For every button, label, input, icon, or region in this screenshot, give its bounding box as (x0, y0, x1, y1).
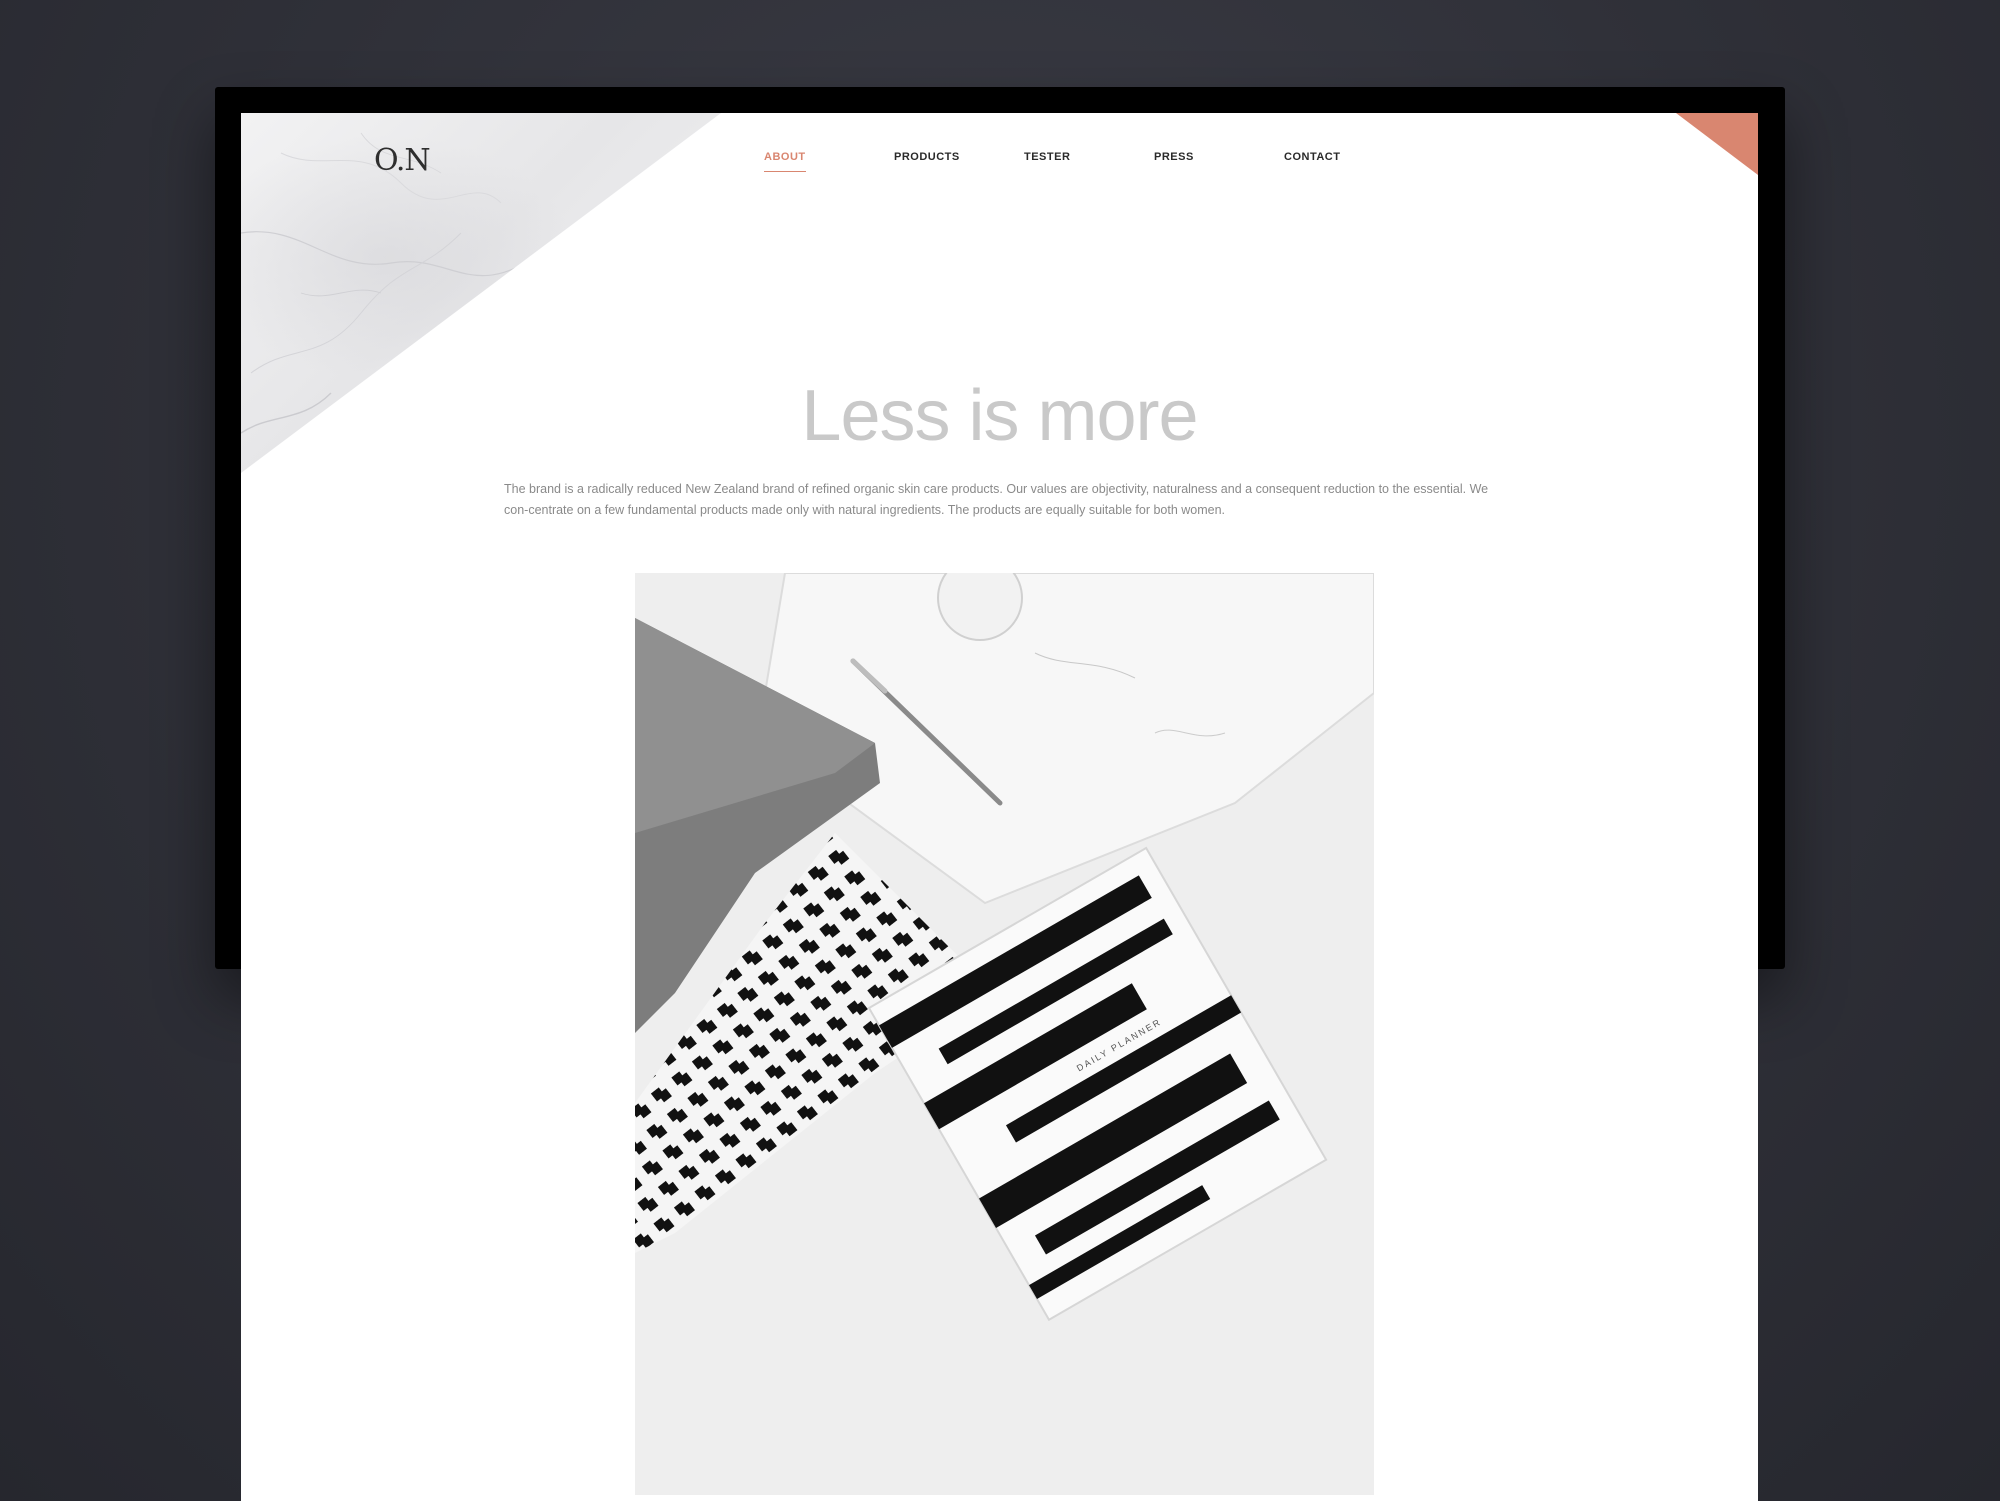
hero-headline: Less is more (801, 376, 1198, 456)
nav-item-contact[interactable]: CONTACT (1284, 151, 1340, 163)
website-page: O.N ABOUT PRODUCTS TESTER PRESS CONTACT … (241, 113, 1758, 1501)
flatlay-illustration: DAILY PLANNER (635, 573, 1374, 1495)
hero-photo: DAILY PLANNER (635, 573, 1374, 1495)
nav-item-about[interactable]: ABOUT (764, 151, 806, 172)
nav-item-press[interactable]: PRESS (1154, 151, 1194, 163)
hero-intro-text: The brand is a radically reduced New Zea… (504, 482, 1489, 517)
main-navigation: ABOUT PRODUCTS TESTER PRESS CONTACT (241, 151, 1758, 191)
nav-item-products[interactable]: PRODUCTS (894, 151, 960, 163)
nav-item-tester[interactable]: TESTER (1024, 151, 1070, 163)
